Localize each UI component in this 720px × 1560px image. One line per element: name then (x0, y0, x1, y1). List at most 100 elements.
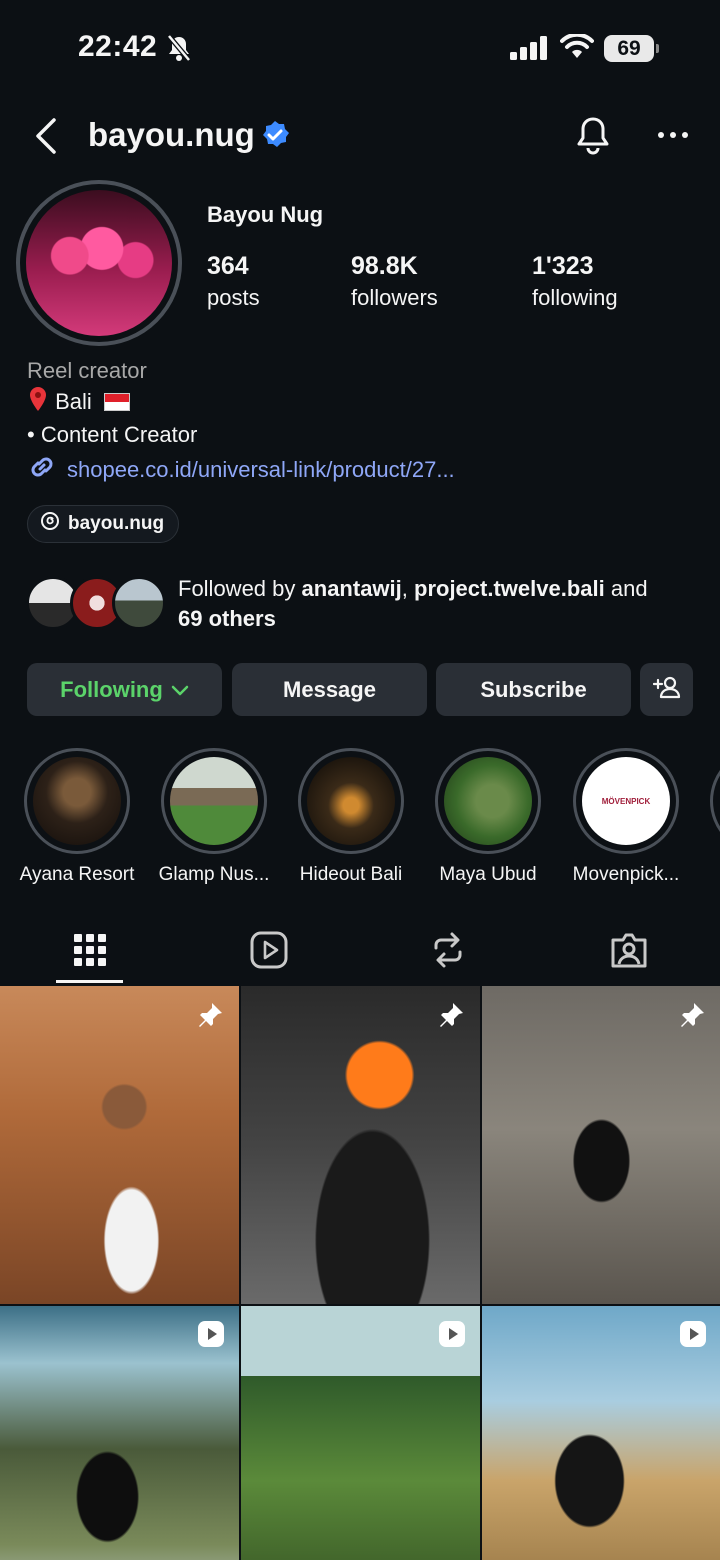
pinned-icon (195, 1000, 225, 1035)
followers-stat[interactable]: 98.8K followers (351, 252, 438, 311)
reels-icon (250, 931, 288, 969)
followed-by-section[interactable]: Followed by anantawij, project.twelve.ba… (26, 574, 706, 636)
highlight-cover: MÖVENPICK (582, 757, 670, 845)
highlight-ring (298, 748, 404, 854)
followed-by-user: anantawij (301, 576, 402, 601)
tagged-icon (611, 933, 647, 968)
message-button-label: Message (283, 676, 376, 702)
header-username: bayou.nug (88, 116, 255, 153)
tab-reposts[interactable] (426, 928, 470, 972)
verified-badge-icon (260, 120, 290, 155)
highlight-cover (444, 757, 532, 845)
bio-category: Reel creator (27, 358, 147, 383)
followed-by-and: and (604, 576, 648, 601)
tab-grid[interactable] (68, 928, 112, 972)
notification-bell-icon[interactable] (574, 114, 612, 161)
highlight-label: Hideout Bali (299, 864, 403, 885)
story-highlight[interactable]: Ayana Resort (12, 748, 142, 886)
cell-signal-icon (510, 36, 550, 65)
status-time: 22:42 (78, 30, 158, 63)
reel-icon (679, 1320, 707, 1353)
followed-by-separator: , (401, 576, 414, 601)
bio-location-line: Bali (27, 386, 707, 420)
bio-link[interactable]: shopee.co.id/universal-link/product/27..… (27, 452, 455, 487)
post-tile[interactable] (241, 986, 480, 1304)
posts-label: posts (207, 285, 260, 310)
location-pin-icon (27, 386, 49, 420)
link-icon (27, 452, 57, 487)
bio-link-text: shopee.co.id/universal-link/product/27..… (67, 456, 455, 482)
suggested-users-button[interactable] (640, 663, 693, 716)
followed-by-others: 69 others (178, 606, 276, 631)
silent-bell-icon (166, 34, 192, 67)
following-button-label: Following (60, 676, 163, 702)
posts-count: 364 (207, 252, 249, 280)
chevron-down-icon (171, 677, 189, 703)
tab-reels[interactable] (247, 928, 291, 972)
highlight-ring: MÖVENPICK (573, 748, 679, 854)
pinned-icon (436, 1000, 466, 1035)
bio-location: Bali (55, 389, 92, 414)
subscribe-button-label: Subscribe (480, 676, 587, 702)
profile-header: bayou.nug (0, 108, 720, 164)
add-user-icon (652, 675, 681, 705)
highlight-cover (33, 757, 121, 845)
back-arrow-icon[interactable] (32, 116, 62, 161)
profile-bio: Reel creator Bali • Content Creator (27, 356, 707, 450)
subscribe-button[interactable]: Subscribe (436, 663, 631, 716)
movenpick-logo: MÖVENPICK (601, 796, 651, 806)
followers-label: followers (351, 285, 438, 310)
reel-icon (197, 1320, 225, 1353)
more-options-icon[interactable] (656, 118, 690, 157)
reposts-icon (434, 932, 462, 968)
story-highlight[interactable]: Hideout Bali (286, 748, 416, 886)
profile-content-tabs (0, 920, 720, 986)
following-label: following (532, 285, 618, 310)
threads-handle: bayou.nug (68, 513, 165, 534)
threads-profile-chip[interactable]: bayou.nug (27, 505, 180, 543)
highlight-label: Glamp Nus... (158, 864, 270, 885)
highlight-ring (710, 748, 720, 854)
highlight-cover (170, 757, 258, 845)
highlight-cover (307, 757, 395, 845)
followers-count: 98.8K (351, 252, 418, 280)
active-tab-indicator (56, 980, 123, 983)
status-bar: 22:42 69 (0, 0, 720, 96)
highlight-ring (435, 748, 541, 854)
story-highlight-partial[interactable] (698, 748, 720, 854)
followed-by-prefix: Followed by (178, 576, 302, 601)
reel-icon (438, 1320, 466, 1353)
highlight-label: Ayana Resort (19, 864, 135, 885)
tab-tagged[interactable] (607, 928, 651, 972)
pinned-icon (677, 1000, 707, 1035)
highlight-label: Maya Ubud (439, 864, 537, 885)
following-stat[interactable]: 1'323 following (532, 252, 618, 311)
profile-avatar-ring[interactable] (16, 180, 182, 346)
threads-icon (40, 511, 60, 537)
wifi-icon (560, 32, 594, 65)
indonesia-flag-icon (103, 393, 130, 411)
followed-by-user: project.twelve.bali (414, 576, 605, 601)
post-tile[interactable] (0, 986, 239, 1304)
profile-avatar (26, 190, 172, 336)
story-highlight[interactable]: Glamp Nus... (149, 748, 279, 886)
grid-icon (74, 934, 106, 966)
post-tile[interactable] (241, 1306, 480, 1560)
highlight-label: Movenpick... (572, 864, 680, 885)
follower-avatar (112, 576, 166, 630)
posts-stat[interactable]: 364 posts (207, 252, 260, 311)
post-tile[interactable] (0, 1306, 239, 1560)
post-tile[interactable] (482, 1306, 720, 1560)
following-count: 1'323 (532, 252, 594, 280)
message-button[interactable]: Message (232, 663, 427, 716)
followed-by-text: Followed by anantawij, project.twelve.ba… (178, 574, 698, 634)
story-highlight[interactable]: MÖVENPICK Movenpick... (561, 748, 691, 886)
bio-text-line: • Content Creator (27, 422, 198, 447)
highlight-ring (161, 748, 267, 854)
following-button[interactable]: Following (27, 663, 222, 716)
battery-indicator: 69 (604, 35, 659, 62)
display-name: Bayou Nug (207, 202, 324, 227)
post-tile[interactable] (482, 986, 720, 1304)
highlight-ring (24, 748, 130, 854)
story-highlight[interactable]: Maya Ubud (423, 748, 553, 886)
